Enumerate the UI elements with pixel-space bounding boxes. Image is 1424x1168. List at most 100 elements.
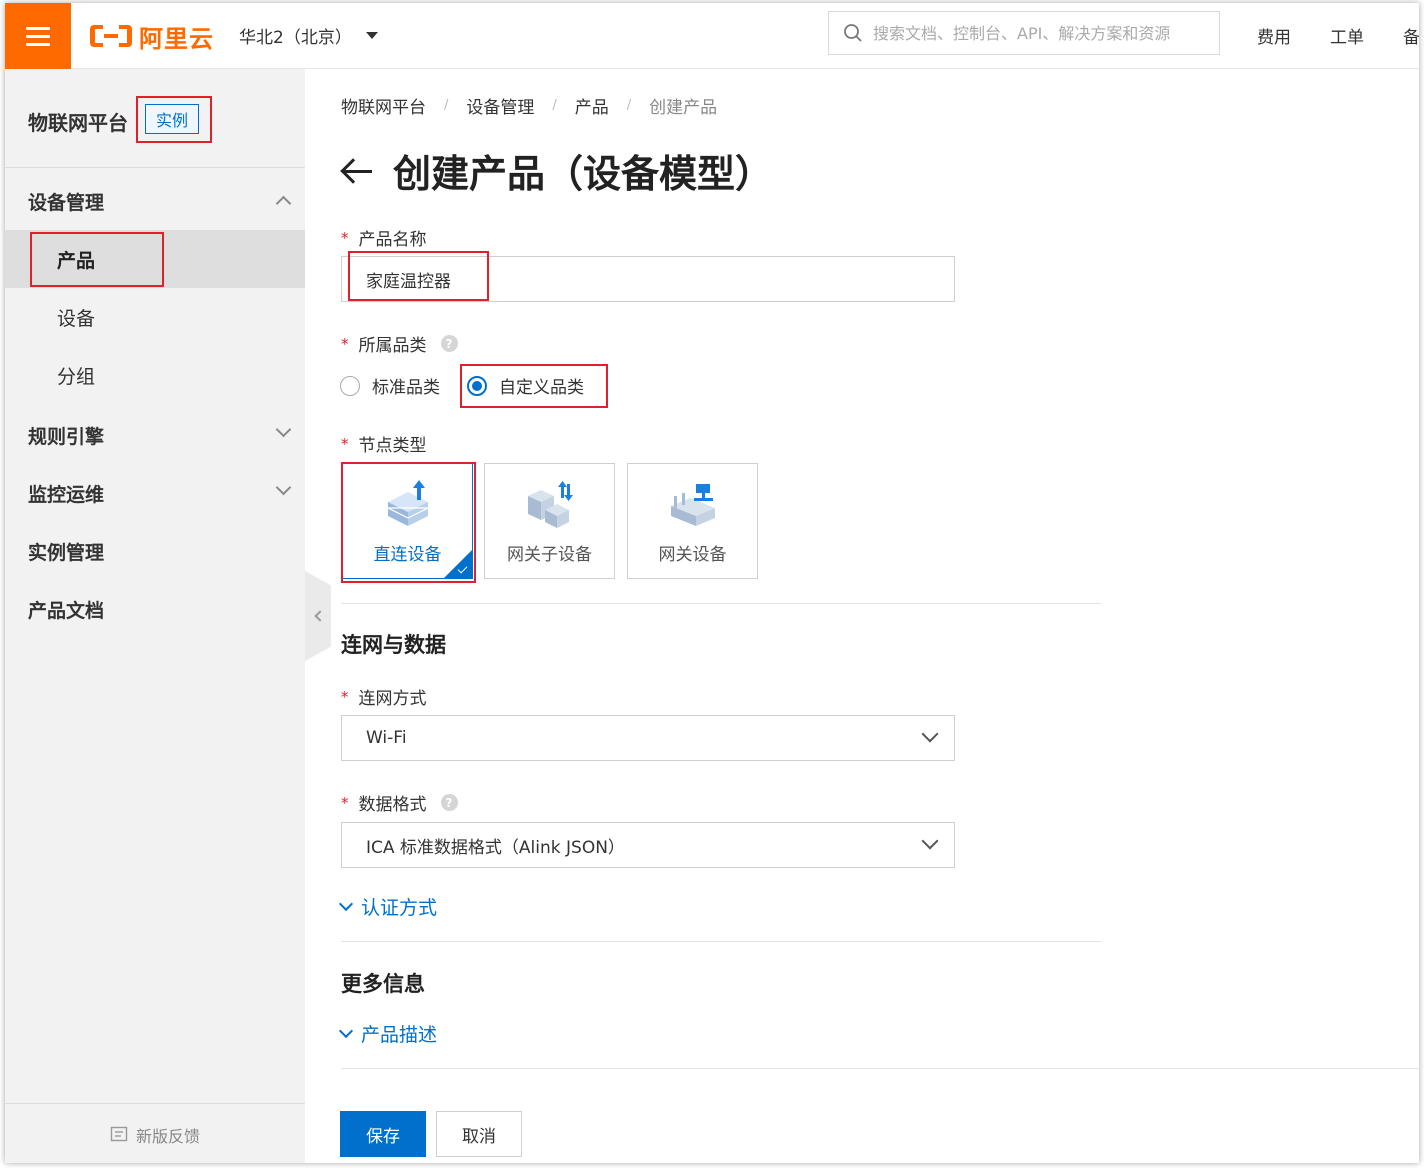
search-input[interactable] [873,23,1203,43]
sidebar-collapse-handle[interactable] [305,571,331,661]
sidebar-item-label: 设备管理 [28,191,105,214]
feedback-label: 新版反馈 [135,1127,200,1146]
sidebar-item-rule-engine[interactable]: 规则引擎 [5,406,305,464]
radio-custom-category[interactable]: 自定义品类 [467,373,584,398]
chevron-down-icon [338,896,354,911]
search-box[interactable] [828,11,1220,55]
chevron-down-icon [921,832,939,850]
feedback-icon [110,1126,128,1142]
product-description-expander[interactable]: 产品描述 [338,1020,438,1047]
aliyun-logo[interactable]: 阿里云 [89,20,214,53]
category-label: * 所属品类 ? [341,331,458,356]
chevron-down-icon [338,1023,354,1038]
select-value: ICA 标准数据格式（Alink JSON） [366,837,625,858]
chevron-left-icon [314,610,326,622]
sidebar-item-group[interactable]: 分组 [5,346,305,404]
sidebar-item-label: 分组 [57,365,96,388]
field-label: 数据格式 [358,795,427,815]
breadcrumb-item[interactable]: 产品 [575,93,609,118]
selected-corner-icon [443,549,473,579]
feedback-link[interactable]: 新版反馈 [5,1123,305,1147]
section-divider [341,603,1101,604]
product-name-input[interactable]: 家庭温控器 [341,256,955,302]
expander-label: 产品描述 [361,1024,438,1046]
section-title-more: 更多信息 [341,972,425,996]
top-bar: 阿里云 华北2（北京） 费用 工单 备 [5,3,1419,69]
breadcrumb-separator: / [626,98,632,113]
node-card-label: 网关设备 [658,545,727,565]
radio-selected-icon [467,375,487,396]
chevron-down-icon [921,725,939,743]
top-link-fees[interactable]: 费用 [1257,23,1291,48]
radio-label: 标准品类 [372,378,440,398]
logo-text: 阿里云 [139,24,214,53]
required-mark: * [341,687,349,706]
node-card-gateway-subdevice[interactable]: 网关子设备 [484,463,615,579]
product-name-label: * 产品名称 [341,225,427,251]
node-card-gateway-device[interactable]: 网关设备 [627,463,758,579]
sidebar-item-label: 产品文档 [28,599,105,622]
instance-badge[interactable]: 实例 [145,104,199,134]
required-mark: * [341,228,349,247]
data-format-select[interactable]: ICA 标准数据格式（Alink JSON） [341,822,955,868]
top-link-filing[interactable]: 备 [1403,23,1419,48]
breadcrumb-item[interactable]: 设备管理 [466,93,534,118]
field-label: 节点类型 [358,436,427,456]
search-icon [844,24,862,42]
breadcrumb-current: 创建产品 [649,98,718,118]
region-label: 华北2（北京） [239,28,352,48]
sidebar-item-label: 监控运维 [28,483,105,506]
required-mark: * [341,334,349,353]
node-card-direct-device[interactable]: 直连设备 [342,463,473,579]
sidebar-item-instance-management[interactable]: 实例管理 [5,522,305,580]
breadcrumb: 物联网平台 / 设备管理 / 产品 / 创建产品 [341,93,717,118]
sidebar-title: 物联网平台 [28,111,128,135]
sidebar-item-monitoring[interactable]: 监控运维 [5,464,305,522]
caret-down-icon [365,32,378,39]
top-link-ticket[interactable]: 工单 [1330,23,1364,48]
radio-label: 自定义品类 [499,378,584,398]
sidebar-item-product-docs[interactable]: 产品文档 [5,580,305,638]
breadcrumb-item[interactable]: 物联网平台 [341,93,426,118]
sidebar-item-label: 实例管理 [28,541,105,564]
radio-standard-category[interactable]: 标准品类 [340,373,440,398]
gateway-subdevice-icon [528,481,573,528]
select-value: Wi-Fi [366,728,407,748]
expander-label: 认证方式 [361,897,438,919]
section-divider [341,1068,1419,1069]
back-arrow-icon[interactable] [339,156,375,186]
cancel-button[interactable]: 取消 [436,1111,522,1157]
sidebar-divider [5,1103,305,1104]
chevron-down-icon [275,421,292,438]
direct-device-icon [387,480,429,526]
required-mark: * [341,793,349,812]
region-selector[interactable]: 华北2（北京） [239,23,378,48]
breadcrumb-separator: / [552,98,557,113]
page-title: 创建产品（设备模型） [393,152,774,196]
help-icon[interactable]: ? [440,794,458,811]
sidebar: 物联网平台 实例 设备管理 产品 设备 分组 规则引擎 监控运维 实例管理 产品… [5,69,305,1163]
help-icon[interactable]: ? [440,335,458,352]
radio-circle-icon [340,375,360,396]
aliyun-logo-icon [90,25,132,47]
field-label: 连网方式 [358,689,427,709]
node-type-label: * 节点类型 [341,431,427,457]
sidebar-item-label: 设备 [57,307,96,330]
field-label: 所属品类 [358,336,427,356]
sidebar-item-device[interactable]: 设备 [5,288,305,346]
sidebar-divider [5,167,305,168]
hamburger-menu-icon[interactable] [5,3,71,69]
chevron-up-icon [275,195,292,212]
network-method-label: * 连网方式 [341,684,427,710]
page-header: 创建产品（设备模型） [339,143,773,198]
auth-method-expander[interactable]: 认证方式 [338,893,438,920]
chevron-down-icon [275,479,292,496]
sidebar-item-product[interactable]: 产品 [5,230,305,288]
save-button[interactable]: 保存 [340,1111,426,1157]
sidebar-item-device-management[interactable]: 设备管理 [5,172,305,230]
breadcrumb-separator: / [444,98,449,113]
node-card-label: 网关子设备 [507,545,592,565]
required-mark: * [341,434,349,453]
sidebar-item-label: 规则引擎 [28,425,105,448]
network-method-select[interactable]: Wi-Fi [341,715,955,761]
